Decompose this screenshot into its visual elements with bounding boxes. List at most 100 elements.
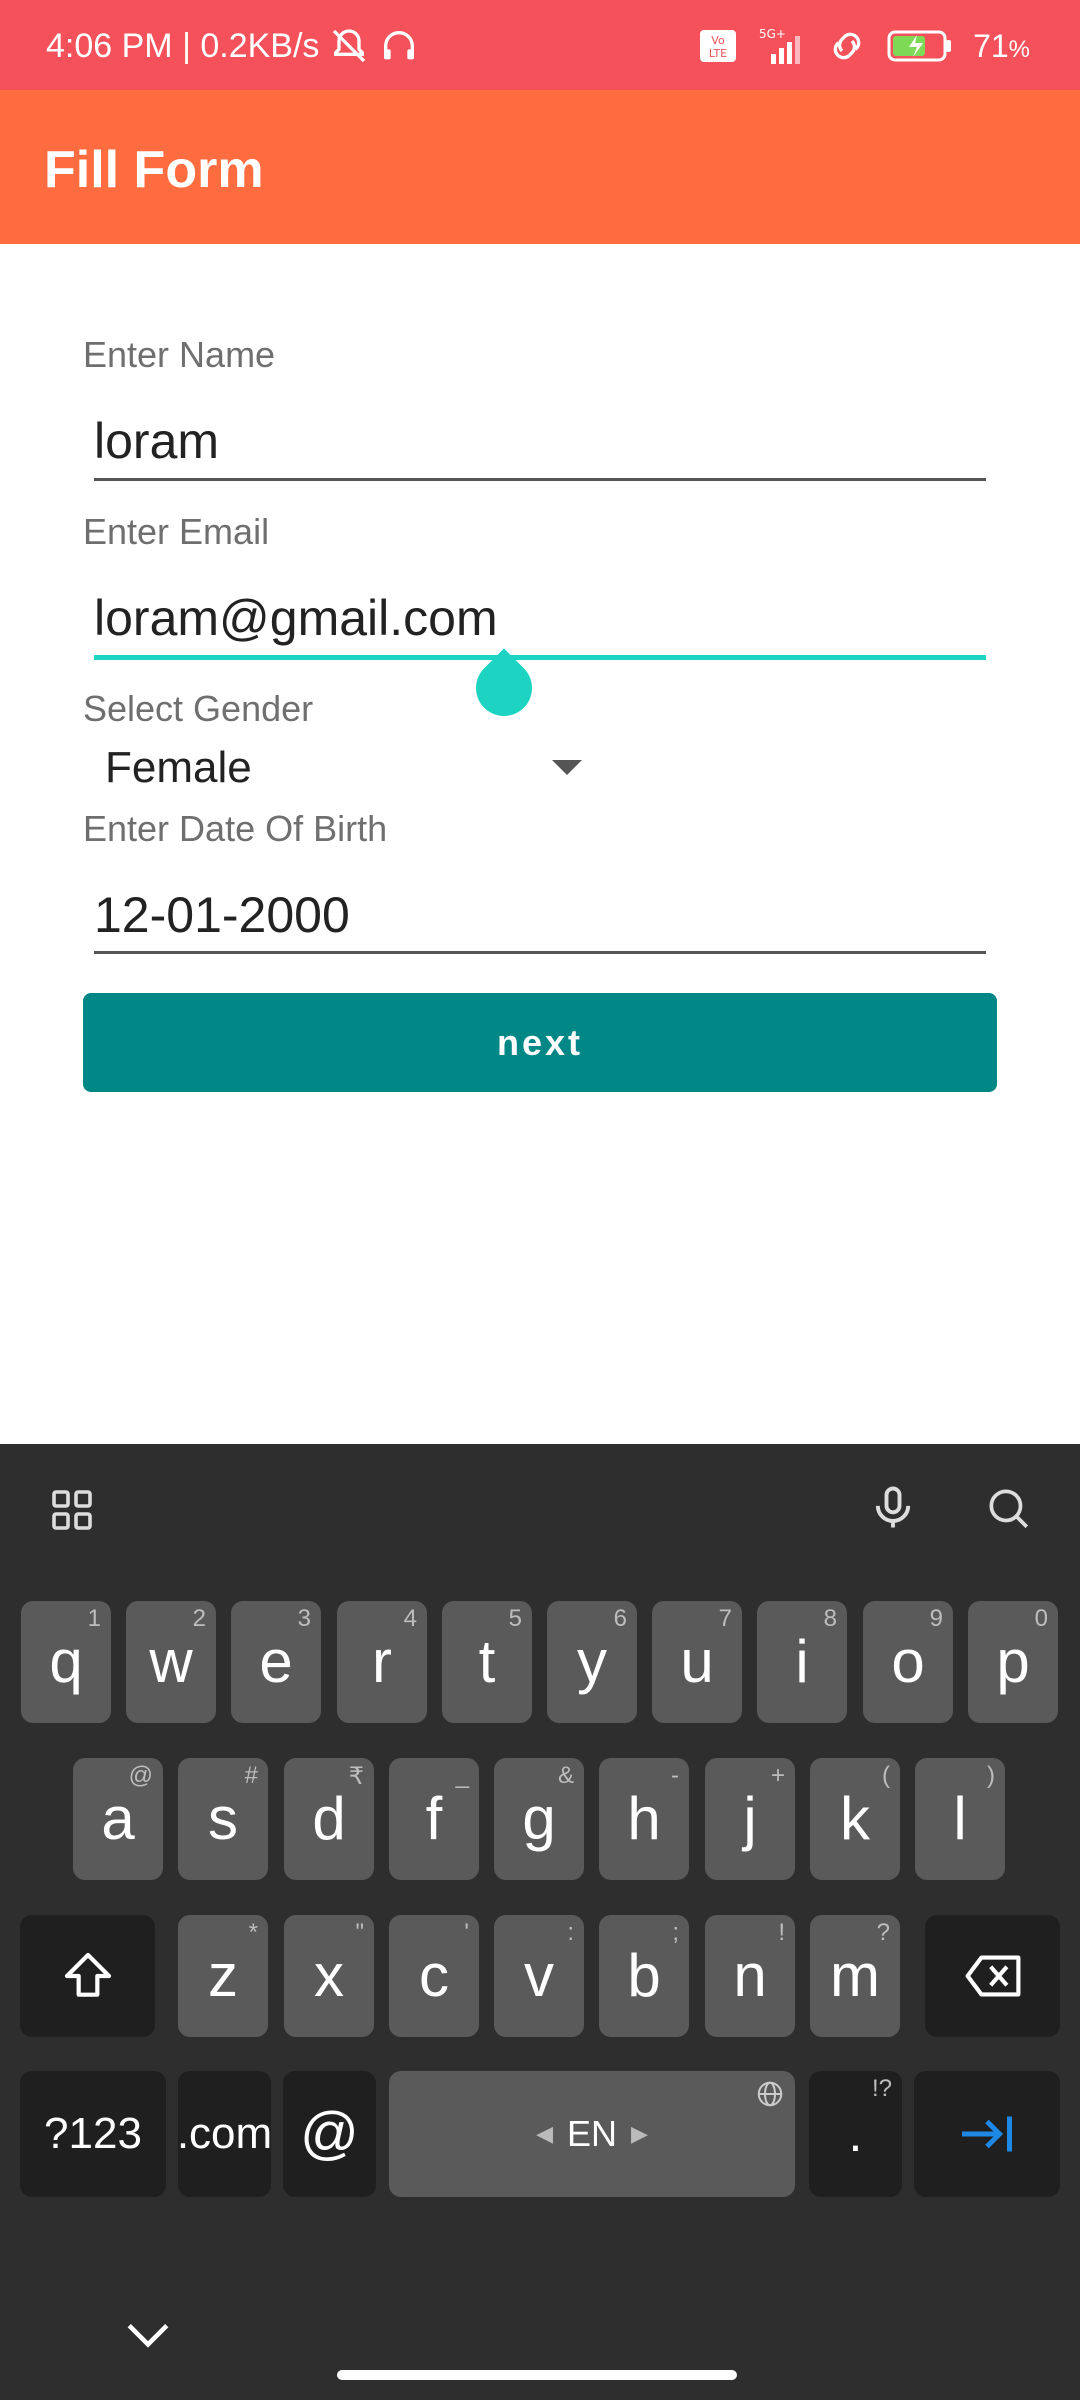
key-label: .com	[176, 2109, 273, 2158]
key-label: t	[478, 1628, 496, 1695]
key-label: m	[830, 1942, 880, 2009]
key-label: n	[733, 1942, 767, 2009]
key-s[interactable]: # s	[178, 1758, 268, 1880]
key-p[interactable]: 0p	[968, 1601, 1058, 1723]
key-hint: _	[455, 1762, 469, 1789]
space-key[interactable]: ◀ EN ▶	[389, 2071, 795, 2197]
key-n[interactable]: ! n	[705, 1915, 795, 2037]
key-b[interactable]: ; b	[599, 1915, 689, 2037]
tab-arrow-icon	[962, 2116, 1012, 2152]
svg-text:5G+: 5G+	[759, 27, 786, 41]
key-u[interactable]: 7u	[652, 1601, 742, 1723]
key-hint: :	[567, 1919, 574, 1946]
period-key[interactable]: !?.	[809, 2071, 902, 2197]
soft-keyboard: 1q 2w 3e 4r 5t 6y 7u 8i 9o 0p @ a # s ₹ d _…	[0, 1444, 1080, 2400]
key-a[interactable]: @ a	[73, 1758, 163, 1880]
at-key[interactable]: @	[283, 2071, 376, 2197]
key-t[interactable]: 5t	[442, 1601, 532, 1723]
key-label: d	[312, 1785, 346, 1852]
key-q[interactable]: 1q	[21, 1601, 111, 1723]
dob-input-underline	[94, 951, 986, 954]
key-label: z	[208, 1942, 238, 2009]
battery-unit: %	[1008, 35, 1030, 63]
dob-input[interactable]: 12-01-2000	[94, 886, 350, 944]
key-label: r	[372, 1628, 392, 1695]
text-cursor-handle[interactable]	[464, 648, 544, 728]
shift-key[interactable]	[20, 1915, 155, 2037]
microphone-icon[interactable]	[865, 1480, 921, 1536]
email-input[interactable]: loram@gmail.com	[94, 589, 498, 647]
battery-level: 71%	[973, 27, 1030, 64]
space-lang-label: EN	[566, 2113, 617, 2154]
key-r[interactable]: 4r	[337, 1601, 427, 1723]
headphones-icon	[379, 26, 419, 66]
app-bar: Fill Form	[0, 90, 1080, 244]
dob-label: Enter Date Of Birth	[83, 808, 388, 849]
globe-icon	[755, 2079, 785, 2116]
gender-label: Select Gender	[83, 688, 314, 729]
svg-text:Vo: Vo	[711, 34, 725, 47]
name-input[interactable]: loram	[94, 412, 219, 470]
key-hint: +	[770, 1762, 785, 1789]
name-label: Enter Name	[83, 334, 276, 375]
name-input-underline	[94, 478, 986, 481]
key-label: e	[259, 1628, 293, 1695]
key-hint: 5	[508, 1605, 522, 1632]
key-hint: @	[128, 1762, 153, 1789]
key-c[interactable]: ' c	[389, 1915, 479, 2037]
key-v[interactable]: :v	[494, 1915, 584, 2037]
key-hint: &	[557, 1762, 574, 1789]
key-hint: -	[671, 1762, 679, 1789]
key-hint: ?	[876, 1919, 890, 1946]
gesture-nav-handle[interactable]	[337, 2370, 737, 2380]
key-j[interactable]: + j	[705, 1758, 795, 1880]
key-h[interactable]: -h	[599, 1758, 689, 1880]
key-hint: 3	[297, 1605, 311, 1632]
key-y[interactable]: 6y	[547, 1601, 637, 1723]
backspace-key[interactable]	[925, 1915, 1060, 2037]
key-label: j	[743, 1785, 757, 1852]
key-label: q	[49, 1628, 83, 1695]
key-label: @	[300, 2101, 359, 2166]
key-label: u	[680, 1628, 714, 1695]
next-button[interactable]: next	[83, 993, 997, 1092]
key-o[interactable]: 9o	[863, 1601, 953, 1723]
lang-right-arrow-icon: ▶	[631, 2121, 648, 2146]
email-input-underline	[94, 655, 986, 660]
key-label: b	[627, 1942, 661, 2009]
dropdown-arrow-icon	[552, 760, 582, 775]
key-g[interactable]: & g	[494, 1758, 584, 1880]
key-k[interactable]: (k	[810, 1758, 900, 1880]
key-f[interactable]: _ f	[389, 1758, 479, 1880]
shift-icon	[64, 1952, 111, 1997]
key-i[interactable]: 8i	[757, 1601, 847, 1723]
key-m[interactable]: ? m	[810, 1915, 900, 2037]
key-d[interactable]: ₹ d	[284, 1758, 374, 1880]
key-hint: ;	[672, 1919, 679, 1946]
key-hint: 9	[929, 1605, 943, 1632]
svg-text:LTE: LTE	[709, 47, 727, 60]
key-hint: 0	[1034, 1605, 1048, 1632]
keyboard-hide-chevron-icon[interactable]	[120, 2308, 176, 2364]
key-label: h	[627, 1785, 661, 1852]
enter-next-key[interactable]	[914, 2071, 1060, 2197]
key-hint: #	[244, 1762, 258, 1789]
status-left: 4:06 PM | 0.2KB/s	[46, 26, 419, 66]
battery-icon	[887, 29, 953, 63]
apps-grid-icon[interactable]	[46, 1484, 98, 1536]
dotcom-key[interactable]: .com	[176, 2071, 273, 2197]
key-x[interactable]: " x	[284, 1915, 374, 2037]
key-label: w	[149, 1628, 193, 1695]
key-e[interactable]: 3e	[231, 1601, 321, 1723]
key-label: v	[524, 1942, 554, 2009]
key-z[interactable]: * z	[178, 1915, 268, 2037]
key-hint: ₹	[348, 1763, 364, 1790]
status-bar: 4:06 PM | 0.2KB/s Vo LTE 5G+ 71%	[0, 0, 1080, 90]
search-icon[interactable]	[980, 1480, 1036, 1536]
symbols-key[interactable]: ?123	[20, 2071, 166, 2197]
key-l[interactable]: ) l	[915, 1758, 1005, 1880]
key-w[interactable]: 2w	[126, 1601, 216, 1723]
status-right: Vo LTE 5G+ 71%	[699, 26, 1030, 66]
key-label: o	[891, 1628, 925, 1695]
key-label: f	[425, 1785, 443, 1852]
